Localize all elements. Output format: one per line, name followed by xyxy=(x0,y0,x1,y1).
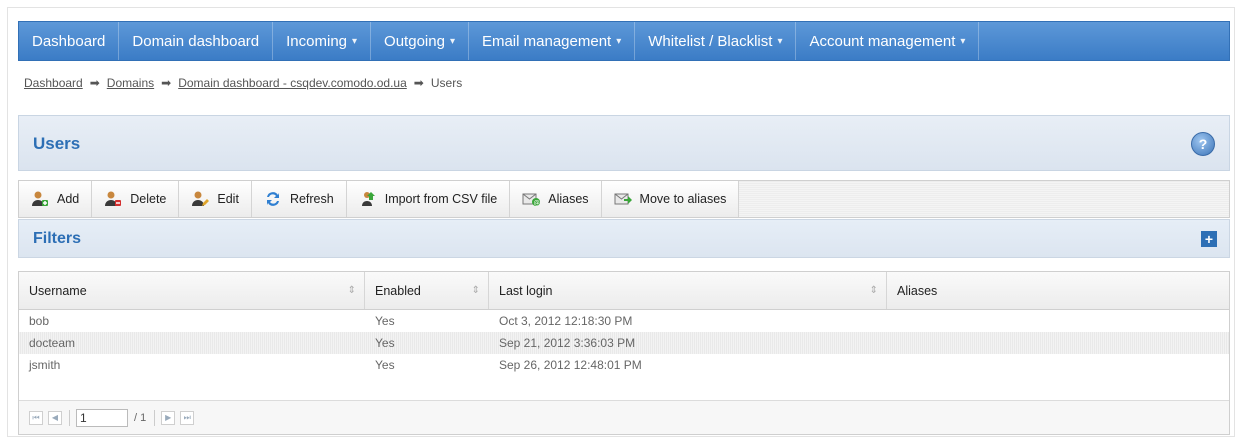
cell-username: bob xyxy=(29,314,50,328)
nav-label: Account management xyxy=(809,32,956,50)
refresh-button[interactable]: Refresh xyxy=(251,181,347,217)
delete-user-button[interactable]: Delete xyxy=(92,181,180,217)
nav-label: Incoming xyxy=(286,32,348,50)
column-header-username[interactable]: Username ⇕ xyxy=(19,272,365,309)
table-row[interactable]: bob Yes Oct 3, 2012 12:18:30 PM xyxy=(19,310,1229,332)
button-label: Edit xyxy=(217,192,239,206)
toolbar-spacer xyxy=(739,181,1229,217)
first-page-icon[interactable]: ⏮ xyxy=(29,410,43,425)
column-header-last-login[interactable]: Last login ⇕ xyxy=(489,272,887,309)
cell-username: jsmith xyxy=(29,358,61,372)
aliases-icon: @ xyxy=(522,193,541,207)
table-row[interactable]: jsmith Yes Sep 26, 2012 12:48:01 PM xyxy=(19,354,1229,376)
page-number-input[interactable] xyxy=(76,408,128,427)
breadcrumb: Dashboard ➡ Domains ➡ Domain dashboard -… xyxy=(24,76,462,90)
nav-email-management[interactable]: Email management ▾ xyxy=(469,22,636,60)
nav-outgoing[interactable]: Outgoing ▾ xyxy=(371,22,469,60)
last-page-icon[interactable]: ⏭ xyxy=(180,410,195,425)
pagination-bar: ⏮ ◀ / 1 ▶ ⏭ xyxy=(19,400,1229,434)
users-panel-header: Users ? xyxy=(18,115,1230,171)
nav-label: Dashboard xyxy=(32,32,106,50)
user-edit-icon xyxy=(192,191,210,206)
nav-domain-dashboard[interactable]: Domain dashboard xyxy=(119,22,274,60)
sort-icon: ⇕ xyxy=(869,285,878,296)
column-label: Last login xyxy=(499,283,553,298)
cell-last-login: Sep 21, 2012 3:36:03 PM xyxy=(499,336,636,350)
user-add-icon xyxy=(32,191,48,206)
prev-page-icon[interactable]: ◀ xyxy=(48,410,62,425)
import-csv-button[interactable]: Import from CSV file xyxy=(346,181,511,217)
sort-icon: ⇕ xyxy=(347,285,356,296)
table-row[interactable]: docteam Yes Sep 21, 2012 3:36:03 PM xyxy=(19,332,1229,354)
users-toolbar: Add Delete Edit Refresh Import from CSV … xyxy=(18,180,1230,218)
breadcrumb-domains[interactable]: Domains xyxy=(107,76,154,90)
filters-panel[interactable]: Filters + xyxy=(18,219,1230,258)
move-to-aliases-icon xyxy=(614,193,632,205)
button-label: Delete xyxy=(130,192,167,206)
column-header-aliases[interactable]: Aliases xyxy=(887,272,1229,309)
import-icon xyxy=(361,192,375,206)
add-user-button[interactable]: Add xyxy=(19,181,93,217)
next-page-icon[interactable]: ▶ xyxy=(161,410,176,425)
breadcrumb-dashboard[interactable]: Dashboard xyxy=(24,76,83,90)
breadcrumb-domain-dashboard[interactable]: Domain dashboard - csqdev.comodo.od.ua xyxy=(178,76,407,90)
button-label: Import from CSV file xyxy=(384,192,498,206)
caret-down-icon: ▾ xyxy=(960,35,966,47)
caret-down-icon: ▾ xyxy=(616,35,622,47)
nav-label: Whitelist / Blacklist xyxy=(648,32,773,50)
page-title: Users xyxy=(33,134,81,153)
help-icon[interactable]: ? xyxy=(1191,132,1215,156)
cell-last-login: Oct 3, 2012 12:18:30 PM xyxy=(499,314,633,328)
refresh-icon xyxy=(266,192,279,206)
top-navigation: Dashboard Domain dashboard Incoming ▾ Out… xyxy=(18,21,1230,61)
nav-label: Domain dashboard xyxy=(132,32,260,50)
column-header-enabled[interactable]: Enabled ⇕ xyxy=(365,272,489,309)
button-label: Refresh xyxy=(289,192,334,206)
nav-label: Outgoing xyxy=(384,32,445,50)
caret-down-icon: ▾ xyxy=(449,35,455,47)
button-label: Add xyxy=(57,192,80,206)
cell-enabled: Yes xyxy=(375,314,395,328)
button-label: Move to aliases xyxy=(639,192,727,206)
cell-enabled: Yes xyxy=(375,336,395,350)
arrow-right-icon: ➡ xyxy=(413,76,424,90)
cell-enabled: Yes xyxy=(375,358,395,372)
page-count: / 1 xyxy=(134,411,147,424)
pager-divider xyxy=(154,409,156,426)
breadcrumb-current: Users xyxy=(430,76,463,90)
move-to-aliases-button[interactable]: Move to aliases xyxy=(601,181,740,217)
button-label: Aliases xyxy=(548,192,589,206)
svg-text:@: @ xyxy=(534,200,540,207)
caret-down-icon: ▾ xyxy=(777,35,783,47)
filters-title: Filters xyxy=(33,230,82,247)
pager-divider xyxy=(69,409,70,426)
aliases-button[interactable]: @ Aliases xyxy=(510,181,602,217)
user-delete-icon xyxy=(105,191,122,206)
sort-icon: ⇕ xyxy=(471,285,480,296)
column-label: Aliases xyxy=(897,283,938,298)
table-header: Username ⇕ Enabled ⇕ Last login ⇕ Aliases xyxy=(19,272,1229,310)
caret-down-icon: ▾ xyxy=(352,35,358,47)
nav-label: Email management xyxy=(481,32,612,50)
arrow-right-icon: ➡ xyxy=(161,76,172,90)
expand-plus-icon[interactable]: + xyxy=(1201,231,1217,247)
column-label: Username xyxy=(29,283,87,298)
cell-last-login: Sep 26, 2012 12:48:01 PM xyxy=(499,358,642,372)
cell-username: docteam xyxy=(29,336,76,350)
arrow-right-icon: ➡ xyxy=(89,76,100,90)
users-table: Username ⇕ Enabled ⇕ Last login ⇕ Aliases b… xyxy=(18,271,1230,435)
nav-dashboard[interactable]: Dashboard xyxy=(19,22,120,60)
nav-incoming[interactable]: Incoming ▾ xyxy=(273,22,372,60)
column-label: Enabled xyxy=(375,283,421,298)
edit-user-button[interactable]: Edit xyxy=(179,181,252,217)
nav-whitelist-blacklist[interactable]: Whitelist / Blacklist ▾ xyxy=(635,22,797,60)
nav-account-management[interactable]: Account management ▾ xyxy=(796,22,980,60)
